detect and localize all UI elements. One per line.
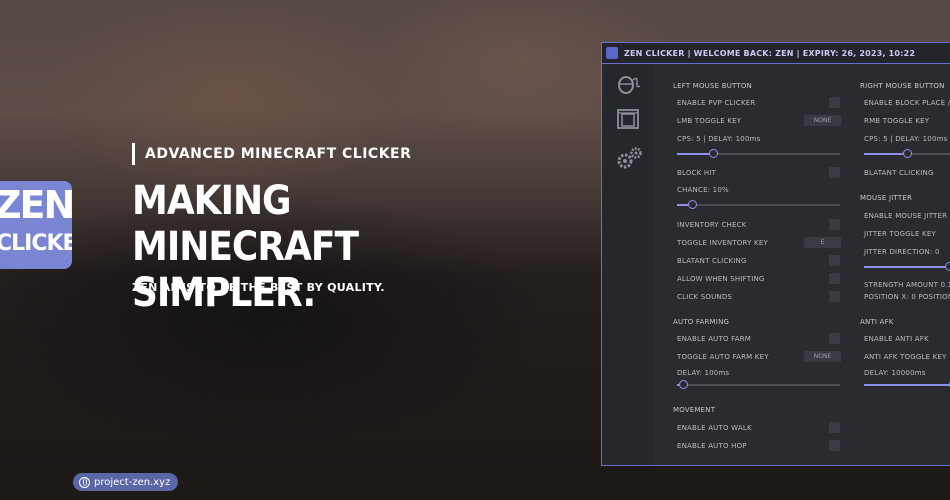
enable-auto-walk-label: ENABLE AUTO WALK xyxy=(677,424,752,432)
lmb-toggle-key-button[interactable]: NONE xyxy=(804,115,841,126)
logo-line-1: ZEN xyxy=(0,183,72,227)
enable-pvp-clicker-label: ENABLE PVP CLICKER xyxy=(677,99,756,107)
rmb-cps-label: CPS: 5 | DELAY: 100ms xyxy=(864,135,948,143)
toggle-auto-farm-key-label: TOGGLE AUTO FARM KEY xyxy=(677,353,769,361)
click-sounds-checkbox[interactable] xyxy=(829,291,840,302)
jitter-toggle-key-label: JITTER TOGGLE KEY xyxy=(864,230,936,238)
site-link[interactable]: project-zen.xyz xyxy=(73,473,179,491)
toggle-inventory-key-label: TOGGLE INVENTORY KEY xyxy=(677,239,768,247)
gears-icon[interactable] xyxy=(617,146,643,174)
file-icon[interactable] xyxy=(617,109,641,135)
logo-line-2: CLICKER xyxy=(0,231,72,256)
site-link-label: project-zen.xyz xyxy=(94,476,171,488)
rmb-toggle-key-label: RMB TOGGLE KEY xyxy=(864,117,930,125)
block-hit-label: BLOCK HIT xyxy=(677,169,717,177)
section-mouse-jitter: MOUSE JITTER xyxy=(860,194,913,202)
jitter-direction-label: JITTER DIRECTION: 0 xyxy=(864,248,940,256)
auto-farm-delay-label: DELAY: 100ms xyxy=(677,369,730,377)
app-window: ZEN CLICKER | WELCOME BACK: ZEN | EXPIRY… xyxy=(601,42,950,466)
enable-block-place-label: ENABLE BLOCK PLACE / BLOCK xyxy=(864,99,950,107)
zen-clicker-logo: ZEN CLICKER xyxy=(0,181,72,269)
enable-auto-farm-checkbox[interactable] xyxy=(829,333,840,344)
chance-label: CHANCE: 10% xyxy=(677,186,729,194)
section-auto-farming: AUTO FARMING xyxy=(673,318,730,326)
allow-shifting-checkbox[interactable] xyxy=(829,273,840,284)
globe-icon xyxy=(79,476,90,488)
headline-line-1: MAKING MINECRAFT xyxy=(132,178,359,270)
blatant-clicking-checkbox[interactable] xyxy=(829,255,840,266)
lmb-cps-label: CPS: 5 | DELAY: 100ms xyxy=(677,135,761,143)
chance-slider[interactable] xyxy=(677,200,840,209)
sidebar xyxy=(602,64,654,465)
block-hit-checkbox[interactable] xyxy=(829,167,840,178)
hero-subline: ZEN AIMS TO BE THE BEST BY QUALITY. xyxy=(132,281,385,294)
window-title: ZEN CLICKER | WELCOME BACK: ZEN | EXPIRY… xyxy=(624,48,916,58)
title-bar[interactable]: ZEN CLICKER | WELCOME BACK: ZEN | EXPIRY… xyxy=(602,43,950,64)
click-sounds-label: CLICK SOUNDS xyxy=(677,293,733,301)
section-movement: MOVEMENT xyxy=(673,406,716,414)
hero-headline: MAKING MINECRAFT SIMPLER. xyxy=(132,178,492,316)
anti-afk-delay-label: DELAY: 10000ms xyxy=(864,369,926,377)
enable-anti-afk-label: ENABLE ANTI AFK xyxy=(864,335,929,343)
rmb-blatant-clicking-label: BLATANT CLICKING xyxy=(864,169,934,177)
enable-mouse-jitter-label: ENABLE MOUSE JITTER xyxy=(864,212,948,220)
blatant-clicking-label: BLATANT CLICKING xyxy=(677,257,747,265)
enable-auto-hop-checkbox[interactable] xyxy=(829,440,840,451)
section-anti-afk: ANTI AFK xyxy=(860,318,894,326)
rmb-cps-slider[interactable] xyxy=(864,149,950,158)
enable-pvp-clicker-checkbox[interactable] xyxy=(829,97,840,108)
section-right-mouse: RIGHT MOUSE BUTTON xyxy=(860,82,945,90)
section-left-mouse: LEFT MOUSE BUTTON xyxy=(673,82,752,90)
mouse-icon[interactable] xyxy=(617,74,641,98)
toggle-inventory-key-button[interactable]: E xyxy=(804,237,841,248)
toggle-auto-farm-key-button[interactable]: NONE xyxy=(804,351,841,362)
strength-amount-label: STRENGTH AMOUNT 0.1 - 10 xyxy=(864,281,950,289)
lmb-toggle-key-label: LMB TOGGLE KEY xyxy=(677,117,742,125)
position-label: POSITION X: 0 POSITION Y: xyxy=(864,293,950,301)
enable-auto-farm-label: ENABLE AUTO FARM xyxy=(677,335,751,343)
auto-farm-delay-slider[interactable] xyxy=(677,380,840,389)
anti-afk-toggle-key-label: ANTI AFK TOGGLE KEY xyxy=(864,353,947,361)
allow-shifting-label: ALLOW WHEN SHIFTING xyxy=(677,275,765,283)
app-logo-icon xyxy=(606,47,618,59)
enable-auto-walk-checkbox[interactable] xyxy=(829,422,840,433)
lmb-cps-slider[interactable] xyxy=(677,149,840,158)
jitter-direction-slider[interactable] xyxy=(864,262,950,271)
inventory-check-checkbox[interactable] xyxy=(829,219,840,230)
hero-tagline: ADVANCED MINECRAFT CLICKER xyxy=(132,143,411,165)
anti-afk-delay-slider[interactable] xyxy=(864,380,950,389)
inventory-check-label: INVENTORY CHECK xyxy=(677,221,747,229)
settings-panel: LEFT MOUSE BUTTON ENABLE PVP CLICKER LMB… xyxy=(654,64,950,465)
enable-auto-hop-label: ENABLE AUTO HOP xyxy=(677,442,747,450)
